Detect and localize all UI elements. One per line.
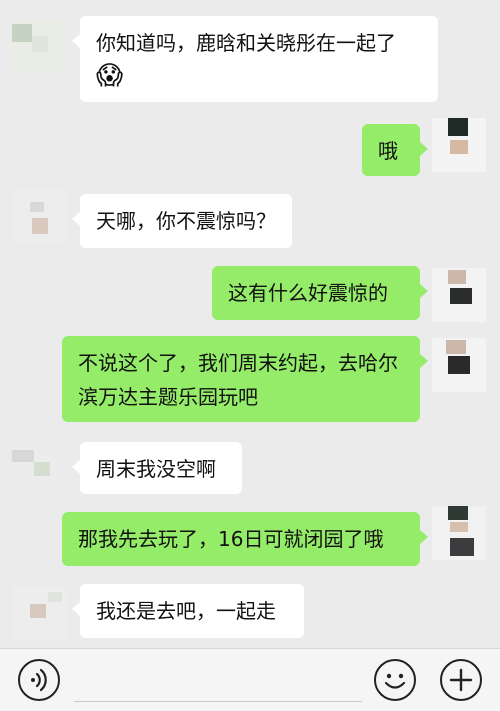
message-bubble-incoming[interactable]: 周末我没空啊 [72, 442, 242, 494]
message-input[interactable] [74, 657, 362, 702]
voice-icon [31, 668, 47, 692]
chat-area: 你知道吗，鹿晗和关晓彤在一起了 😱 哦 天哪，你不震惊吗？ 这有什么好震惊的 不… [0, 0, 500, 648]
contact-avatar[interactable] [12, 586, 66, 640]
emoji-button[interactable] [374, 659, 416, 701]
message-bubble-incoming[interactable]: 我还是去吧，一起走 [72, 584, 304, 638]
voice-button[interactable] [18, 659, 60, 701]
contact-avatar[interactable] [12, 440, 66, 494]
message-text: 我还是去吧，一起走 [96, 599, 276, 623]
plus-icon [449, 668, 473, 692]
message-text: 那我先去玩了，16日可就闭园了哦 [78, 527, 384, 551]
message-text-line2: 滨万达主题乐园玩吧 [78, 385, 258, 409]
chat-input-bar [0, 648, 500, 711]
message-text: 这有什么好震惊的 [228, 281, 388, 305]
message-text: 哦 [378, 139, 398, 163]
message-text: 你知道吗，鹿晗和关晓彤在一起了 [96, 31, 396, 55]
my-avatar[interactable] [432, 268, 486, 322]
message-bubble-outgoing[interactable]: 这有什么好震惊的 [212, 266, 428, 320]
message-bubble-outgoing[interactable]: 哦 [362, 124, 428, 176]
contact-avatar[interactable] [12, 188, 66, 242]
message-text: 周末我没空啊 [96, 457, 216, 481]
add-button[interactable] [440, 659, 482, 701]
my-avatar[interactable] [432, 338, 486, 392]
my-avatar[interactable] [432, 118, 486, 172]
message-text-line1: 不说这个了，我们周末约起，去哈尔 [78, 351, 398, 375]
message-text: 天哪，你不震惊吗？ [96, 209, 276, 233]
message-bubble-incoming[interactable]: 天哪，你不震惊吗？ [72, 194, 292, 248]
screaming-face-emoji-icon: 😱 [96, 61, 124, 91]
smiley-icon [384, 673, 406, 689]
my-avatar[interactable] [432, 506, 486, 560]
contact-avatar[interactable] [12, 18, 66, 72]
message-bubble-incoming[interactable]: 你知道吗，鹿晗和关晓彤在一起了 😱 [72, 16, 438, 102]
message-bubble-outgoing[interactable]: 那我先去玩了，16日可就闭园了哦 [62, 512, 428, 566]
message-bubble-outgoing[interactable]: 不说这个了，我们周末约起，去哈尔 滨万达主题乐园玩吧 [62, 336, 428, 422]
